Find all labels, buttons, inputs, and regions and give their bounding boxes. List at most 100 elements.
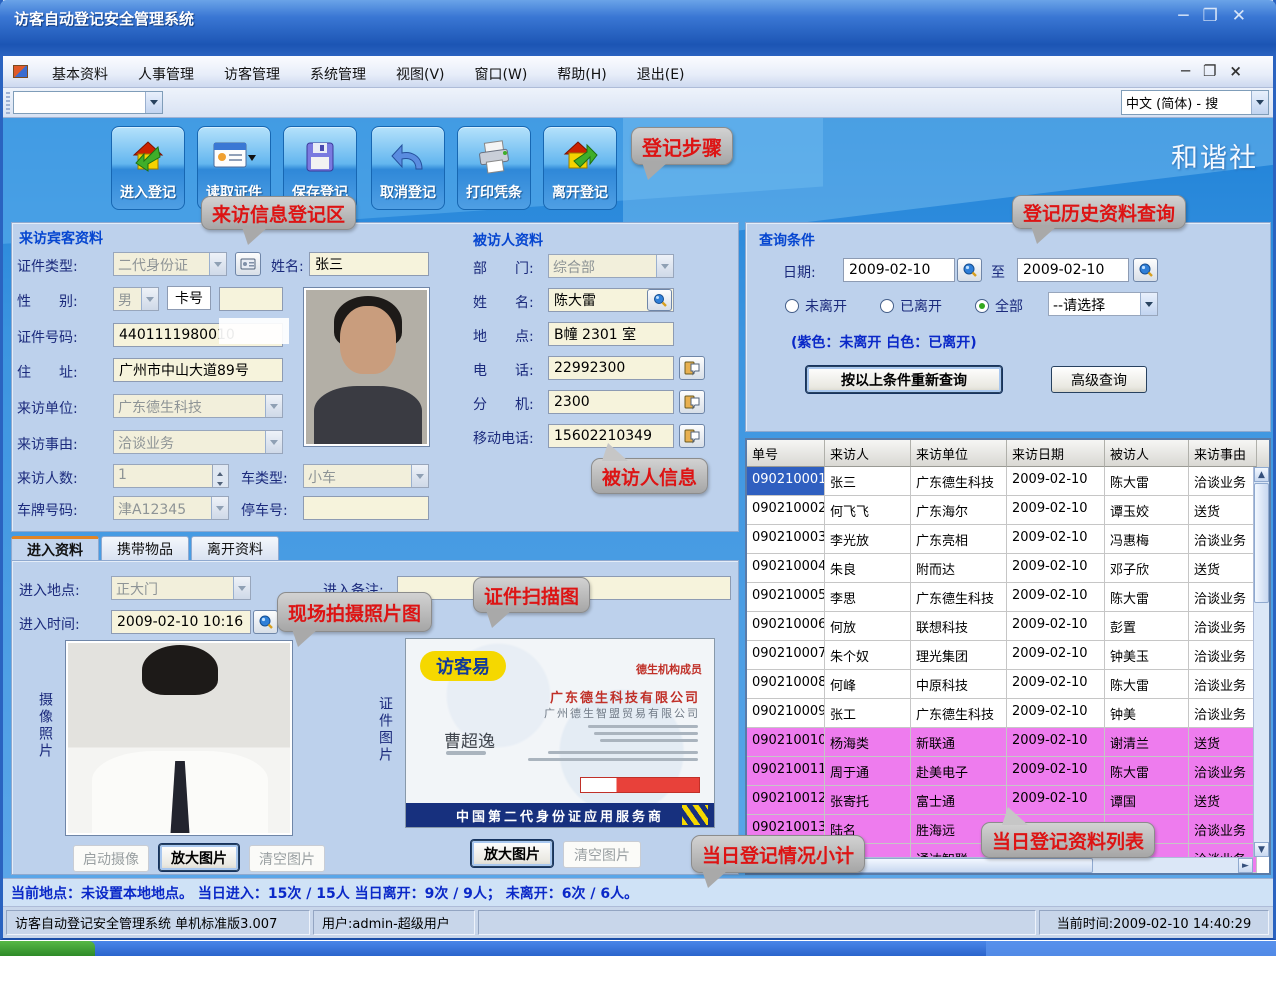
address-field[interactable]: 广州市中山大道89号 <box>113 358 283 382</box>
status-spacer <box>478 910 1036 935</box>
print-receipt-button[interactable]: 打印凭条 <box>457 126 531 210</box>
requery-button[interactable]: 按以上条件重新查询 <box>806 366 1002 393</box>
leave-registration-button[interactable]: 离开登记 <box>543 126 617 210</box>
vehicle-type-select[interactable]: 小车 <box>303 464 429 488</box>
scrollbar-thumb[interactable] <box>1254 483 1269 603</box>
filter-select[interactable]: --请选择 <box>1048 292 1158 316</box>
plate-no-select[interactable]: 津A12345 <box>113 496 229 520</box>
entry-time-field[interactable]: 2009-02-10 10:16 <box>111 610 251 634</box>
table-row[interactable]: 090210007朱个奴理光集团2009-02-10钟美玉洽谈业务 <box>747 641 1269 670</box>
restore-icon[interactable]: ❐ <box>1203 6 1232 26</box>
dial-ext-button[interactable] <box>679 390 705 414</box>
radio-not-left[interactable]: 未离开 <box>785 296 847 316</box>
scroll-right-icon[interactable]: ► <box>1238 858 1253 873</box>
date-from-field[interactable]: 2009-02-10 <box>843 258 955 282</box>
menu-system[interactable]: 系统管理 <box>299 62 377 86</box>
menu-view[interactable]: 视图(V) <box>385 62 456 86</box>
start-camera-button[interactable]: 启动摄像 <box>73 845 149 872</box>
col-header[interactable]: 单号 <box>747 440 825 467</box>
scroll-down-icon[interactable]: ▼ <box>1254 842 1269 857</box>
mdi-close-icon[interactable]: × <box>1229 62 1255 80</box>
col-header[interactable]: 来访日期 <box>1007 440 1105 467</box>
tab-leave-info[interactable]: 离开资料 <box>191 536 279 561</box>
start-button[interactable] <box>0 941 95 956</box>
cert-type-select[interactable]: 二代身份证 <box>113 252 227 276</box>
mdi-minimize-icon[interactable]: ─ <box>1181 62 1203 80</box>
menu-help[interactable]: 帮助(H) <box>546 62 617 86</box>
menu-window[interactable]: 窗口(W) <box>464 62 539 86</box>
cancel-registration-button[interactable]: 取消登记 <box>371 126 445 210</box>
table-row-not-left[interactable]: 090210011周于通赴美电子2009-02-10陈大雷洽谈业务 <box>747 757 1269 786</box>
vertical-scrollbar[interactable]: ▲ ▼ <box>1253 467 1269 857</box>
status-line: 当前地点：未设置本地地点。 当日进入：15次 / 15人 当日离开：9次 / 9… <box>3 878 1273 906</box>
close-icon[interactable]: ✕ <box>1232 6 1260 26</box>
tab-carried-items[interactable]: 携带物品 <box>101 536 189 561</box>
advanced-query-button[interactable]: 高级查询 <box>1051 366 1147 393</box>
menu-visitor[interactable]: 访客管理 <box>213 62 291 86</box>
tab-entry-info[interactable]: 进入资料 <box>11 536 99 561</box>
people-count-stepper[interactable]: 1 <box>113 464 229 488</box>
table-row[interactable]: 090210001张三广东德生科技2009-02-10陈大雷洽谈业务 <box>747 467 1269 496</box>
status-app-info: 访客自动登记安全管理系统 单机标准版3.007 <box>6 910 310 935</box>
date-to-field[interactable]: 2009-02-10 <box>1017 258 1129 282</box>
col-header[interactable]: 来访人 <box>825 440 911 467</box>
radio-selected-icon <box>975 299 989 313</box>
visit-reason-select[interactable]: 洽谈业务 <box>113 430 283 454</box>
zoom-photo-button[interactable]: 放大图片 <box>159 844 239 871</box>
phone-field[interactable]: 22992300 <box>548 356 674 380</box>
table-row[interactable]: 090210004朱良附而达2009-02-10邓子欣送货 <box>747 554 1269 583</box>
col-header[interactable]: 来访单位 <box>911 440 1007 467</box>
entry-location-select[interactable]: 正大门 <box>111 576 251 600</box>
table-row[interactable]: 090210005李思广东德生科技2009-02-10陈大雷洽谈业务 <box>747 583 1269 612</box>
chevron-down-icon[interactable] <box>1251 91 1268 114</box>
card-no-field[interactable] <box>219 287 283 311</box>
table-row[interactable]: 090210006何放联想科技2009-02-10彭置洽谈业务 <box>747 612 1269 641</box>
col-header[interactable]: 被访人 <box>1105 440 1189 467</box>
search-person-button[interactable] <box>647 289 672 311</box>
radio-all[interactable]: 全部 <box>975 296 1023 316</box>
minimize-icon[interactable]: ─ <box>1178 6 1202 26</box>
brand-watermark: 和谐社 <box>1171 136 1258 175</box>
enter-registration-button[interactable]: 进入登记 <box>111 126 185 210</box>
vkeyi-logo: 访客易 <box>420 651 506 681</box>
zoom-card-button[interactable]: 放大图片 <box>471 840 553 867</box>
query-section-title: 查询条件 <box>759 230 815 250</box>
magnifier-icon <box>1138 262 1154 278</box>
callout-live-photo: 现场拍摄照片图 <box>277 592 432 632</box>
visit-company-select[interactable]: 广东德生科技 <box>113 394 283 418</box>
visitor-name-field[interactable]: 张三 <box>309 252 429 276</box>
entry-time-picker-button[interactable] <box>253 610 278 634</box>
table-row[interactable]: 090210003李光放广东亮相2009-02-10冯惠梅洽谈业务 <box>747 525 1269 554</box>
taskbar[interactable] <box>0 941 1276 956</box>
chevron-down-icon[interactable] <box>145 92 162 113</box>
gender-select[interactable]: 男 <box>113 287 159 311</box>
scroll-up-icon[interactable]: ▲ <box>1254 467 1269 482</box>
menu-exit[interactable]: 退出(E) <box>626 62 696 86</box>
callout-history-query: 登记历史资料查询 <box>1012 195 1186 229</box>
dept-select[interactable]: 综合部 <box>548 254 674 278</box>
menu-basic-data[interactable]: 基本资料 <box>41 62 119 86</box>
phone-dial-icon <box>684 428 700 444</box>
dial-phone-button[interactable] <box>679 356 705 380</box>
language-bar[interactable]: 中文 (简体) - 搜 <box>1121 90 1269 115</box>
date-from-picker-button[interactable] <box>957 258 982 282</box>
table-row[interactable]: 090210008何峰中原科技2009-02-10陈大雷洽谈业务 <box>747 670 1269 699</box>
table-row-not-left[interactable]: 090210010杨海类新联通2009-02-10谢清兰送货 <box>747 728 1269 757</box>
clear-card-button[interactable]: 清空图片 <box>563 841 641 868</box>
stepper-arrows-icon[interactable] <box>212 465 228 487</box>
ext-field[interactable]: 2300 <box>548 390 674 414</box>
callout-interviewee: 被访人信息 <box>591 458 708 494</box>
mdi-restore-icon[interactable]: ❐ <box>1203 62 1229 80</box>
card-reader-button[interactable] <box>235 252 261 276</box>
dial-mobile-button[interactable] <box>679 424 705 448</box>
location-field[interactable]: B幢 2301 室 <box>548 322 674 346</box>
menu-hr[interactable]: 人事管理 <box>127 62 205 86</box>
date-to-picker-button[interactable] <box>1133 258 1158 282</box>
clear-photo-button[interactable]: 清空图片 <box>249 845 325 872</box>
table-row[interactable]: 090210009张工广东德生科技2009-02-10钟美洽谈业务 <box>747 699 1269 728</box>
quick-combo[interactable] <box>13 91 163 114</box>
table-row[interactable]: 090210002何飞飞广东海尔2009-02-10谭玉姣送货 <box>747 496 1269 525</box>
radio-left[interactable]: 已离开 <box>880 296 942 316</box>
col-header[interactable]: 来访事由 <box>1189 440 1257 467</box>
parking-no-field[interactable] <box>303 496 429 520</box>
